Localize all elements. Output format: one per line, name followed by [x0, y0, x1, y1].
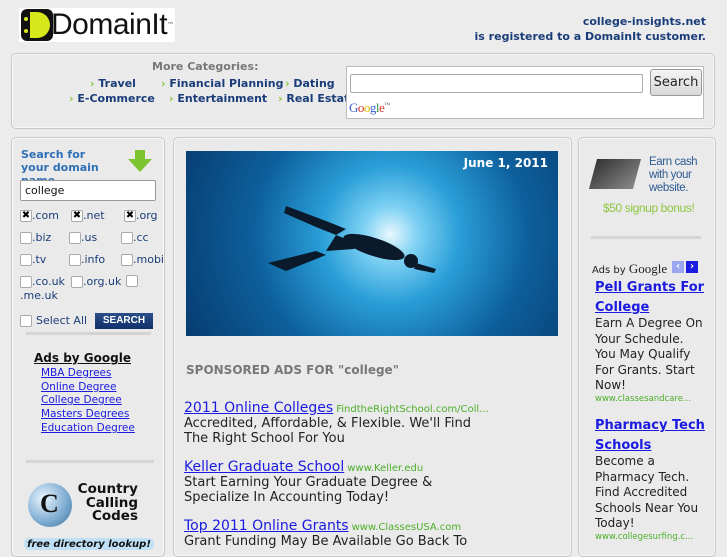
- ad-link-college-degree[interactable]: College Degree: [41, 394, 122, 406]
- ad-url[interactable]: FindtheRightSchool.com/Coll...: [336, 404, 489, 415]
- domain-search-panel: Search for your domain name college ✖.co…: [11, 137, 165, 557]
- tld-mobi[interactable]: .mobi: [121, 253, 164, 266]
- hero-date: June 1, 2011: [463, 156, 548, 170]
- ad-url[interactable]: www.Keller.edu: [347, 463, 423, 474]
- category-travel[interactable]: Travel: [90, 77, 136, 90]
- tld-us[interactable]: .us: [69, 231, 97, 244]
- free-directory-lookup[interactable]: free directory lookup!: [24, 538, 154, 550]
- sponsored-ad: 2011 Online Colleges FindtheRightSchool.c…: [184, 397, 564, 446]
- diver-silhouette-icon: [268, 206, 436, 273]
- tld-org[interactable]: ✖ .org: [124, 209, 158, 222]
- tld-co-uk[interactable]: .co.uk: [20, 275, 65, 288]
- ad-description: Accredited, Affordable, & Flexible. We'l…: [184, 416, 471, 446]
- tld-tv[interactable]: .tv: [20, 253, 46, 266]
- divider: [591, 236, 701, 239]
- ads-by-google-title[interactable]: Ads by Google: [34, 351, 131, 365]
- tld-biz[interactable]: .biz: [20, 231, 51, 244]
- google-search-button[interactable]: Search: [650, 69, 702, 96]
- sponsored-ad: Top 2011 Online Grants www.ClassesUSA.com…: [184, 515, 564, 549]
- ad-title-link[interactable]: Keller Graduate School: [184, 459, 344, 475]
- registration-notice: college-insights.net is registered to a …: [475, 14, 706, 44]
- ads-next-icon[interactable]: ›: [686, 261, 698, 273]
- ad-link-masters-degrees[interactable]: Masters Degrees: [41, 408, 129, 420]
- ad-link-online-degree[interactable]: Online Degree: [41, 381, 116, 393]
- ad-url[interactable]: www.ClassesUSA.com: [352, 522, 462, 533]
- tld-com[interactable]: ✖ .com: [20, 209, 59, 222]
- ad-title-link[interactable]: 2011 Online Colleges: [184, 400, 333, 416]
- main-content-panel: June 1, 2011 SPONSORED ADS FOR "college"…: [173, 137, 572, 557]
- google-search-input[interactable]: [350, 74, 643, 93]
- earn-cash-banner[interactable]: Earn cash with your website. $50 signup bo…: [588, 153, 706, 218]
- sponsored-ad: Keller Graduate School www.Keller.edu Sta…: [184, 456, 564, 505]
- ad-title-link[interactable]: Pharmacy Tech Schools: [595, 418, 705, 453]
- hero-image-scuba-diver: June 1, 2011: [186, 151, 558, 336]
- ad-description: Become a Pharmacy Tech. Find Accredited …: [595, 454, 699, 530]
- right-ad: Pharmacy Tech Schools Become a Pharmacy …: [595, 414, 707, 542]
- sponsored-ads-title: SPONSORED ADS FOR "college": [186, 363, 399, 377]
- divider: [26, 332, 151, 335]
- category-entertainment[interactable]: Entertainment: [169, 92, 267, 105]
- tld-me-uk-checkbox[interactable]: [126, 275, 138, 287]
- tld-me-uk-label: .me.uk: [20, 289, 58, 302]
- select-all-checkbox[interactable]: Select All: [20, 314, 87, 327]
- ad-url[interactable]: www.classesandcare...: [595, 394, 707, 404]
- country-calling-codes-banner[interactable]: C Country Calling Codes: [28, 481, 154, 529]
- domain-name: college-insights.net: [582, 15, 706, 28]
- google-search-box: Search Google™: [346, 66, 704, 119]
- ad-title-link[interactable]: Pell Grants For College: [595, 280, 704, 315]
- category-real-estate[interactable]: Real Estate: [278, 92, 356, 105]
- registered-text: is registered to a DomainIt customer.: [474, 30, 706, 43]
- ad-title-link[interactable]: Top 2011 Online Grants: [184, 518, 349, 534]
- google-logo: Google™: [349, 100, 390, 115]
- ad-url[interactable]: www.collegesurfing.c...: [595, 532, 707, 542]
- right-ads-panel: Earn cash with your website. $50 signup bo…: [578, 137, 716, 557]
- divider: [26, 460, 154, 463]
- ad-description: Start Earning Your Graduate Degree & Spe…: [184, 475, 433, 505]
- tld-cc[interactable]: .cc: [121, 231, 149, 244]
- ad-description: Earn A Degree On Your Schedule. You May …: [595, 316, 703, 392]
- ads-prev-icon[interactable]: ‹: [672, 261, 684, 273]
- category-dating[interactable]: Dating: [285, 77, 334, 90]
- ads-by-google-label[interactable]: Ads by Google: [592, 261, 667, 277]
- arrow-down-icon: [128, 150, 152, 172]
- laptop-money-icon: [588, 159, 642, 189]
- logo-mark-icon: [21, 9, 53, 41]
- domainit-logo[interactable]: DomainIt ™: [19, 8, 175, 42]
- right-ad: Pell Grants For College Earn A Degree On…: [595, 276, 707, 404]
- domain-search-button[interactable]: SEARCH: [95, 313, 153, 329]
- categories-title: More Categories:: [152, 60, 259, 73]
- ad-description: Grant Funding May Be Available Go Back T…: [184, 534, 468, 549]
- category-financial-planning[interactable]: Financial Planning: [161, 77, 283, 90]
- tld-net[interactable]: ✖ .net: [71, 209, 105, 222]
- logo-text: DomainIt: [51, 8, 168, 41]
- category-e-commerce[interactable]: E-Commerce: [69, 92, 155, 105]
- tld-org-uk[interactable]: .org.uk: [71, 275, 121, 288]
- ad-link-mba-degrees[interactable]: MBA Degrees: [41, 367, 111, 379]
- logo-tm: ™: [167, 21, 175, 29]
- tld-info[interactable]: .info: [69, 253, 105, 266]
- ad-link-education-degree[interactable]: Education Degree: [41, 422, 135, 434]
- domain-search-input[interactable]: college: [20, 180, 156, 201]
